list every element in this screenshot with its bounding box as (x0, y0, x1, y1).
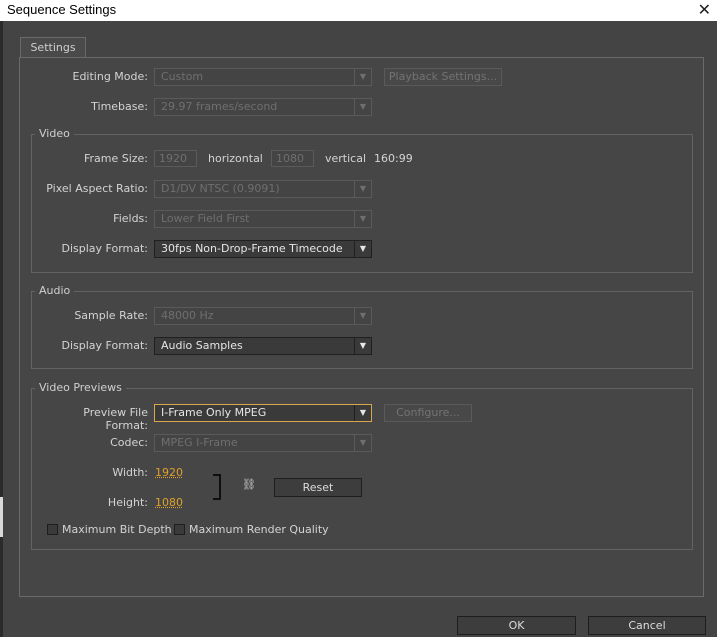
pixel-aspect-ratio-dropdown: D1/DV NTSC (0.9091) ▼ (154, 180, 372, 198)
codec-value: MPEG I-Frame (161, 436, 238, 449)
chevron-down-icon: ▼ (354, 338, 371, 354)
height-label: Height: (107, 496, 148, 509)
chevron-down-icon: ▼ (354, 181, 371, 197)
configure-button: Configure... (384, 404, 472, 422)
video-group-title: Video (35, 127, 74, 140)
cancel-button[interactable]: Cancel (588, 616, 706, 635)
max-render-quality-label: Maximum Render Quality (189, 523, 329, 536)
link-bracket (213, 474, 221, 500)
horizontal-label: horizontal (208, 152, 263, 165)
audio-display-format-label: Display Format: (61, 339, 148, 352)
height-value[interactable]: 1080 (155, 496, 183, 509)
title-bar: Sequence Settings ✕ (0, 0, 717, 21)
pixel-aspect-ratio-label: Pixel Aspect Ratio: (46, 182, 148, 195)
frame-width-field: 1920 (154, 150, 197, 167)
aspect-ratio-readout: 160:99 (374, 152, 413, 165)
preview-file-format-label: Preview File Format: (83, 406, 148, 432)
video-display-format-value: 30fps Non-Drop-Frame Timecode (161, 242, 343, 255)
timebase-value: 29.97 frames/second (161, 100, 278, 113)
fields-dropdown: Lower Field First ▼ (154, 210, 372, 228)
ok-button[interactable]: OK (457, 616, 576, 635)
sample-rate-value: 48000 Hz (161, 309, 214, 322)
close-icon[interactable]: ✕ (698, 0, 711, 20)
max-bit-depth-label: Maximum Bit Depth (62, 523, 172, 536)
frame-size-label: Frame Size: (83, 152, 148, 165)
fields-value: Lower Field First (161, 212, 250, 225)
editing-mode-dropdown: Custom ▼ (154, 68, 372, 86)
timebase-dropdown: 29.97 frames/second ▼ (154, 98, 372, 116)
codec-dropdown: MPEG I-Frame ▼ (154, 434, 372, 452)
chevron-down-icon: ▼ (354, 241, 371, 257)
preview-file-format-value: I-Frame Only MPEG (161, 406, 267, 419)
audio-group-title: Audio (35, 284, 75, 297)
vertical-label: vertical (325, 152, 367, 165)
audio-display-format-dropdown[interactable]: Audio Samples ▼ (154, 337, 372, 355)
chain-link-icon[interactable]: ⛓ (242, 478, 256, 491)
chevron-down-icon: ▼ (354, 69, 371, 85)
fields-label: Fields: (113, 212, 148, 225)
timebase-label: Timebase: (91, 100, 148, 113)
editing-mode-value: Custom (161, 70, 204, 83)
max-render-quality-checkbox[interactable] (174, 524, 185, 535)
tab-settings[interactable]: Settings (20, 37, 86, 58)
frame-height-field: 1080 (271, 150, 314, 167)
video-display-format-label: Display Format: (61, 242, 148, 255)
window-title: Sequence Settings (7, 2, 117, 17)
audio-display-format-value: Audio Samples (161, 339, 243, 352)
preview-file-format-dropdown[interactable]: I-Frame Only MPEG ▼ (154, 404, 372, 422)
audio-group (31, 291, 693, 369)
playback-settings-button: Playback Settings... (384, 68, 502, 86)
max-bit-depth-checkbox[interactable] (47, 524, 58, 535)
reset-button[interactable]: Reset (274, 478, 362, 497)
chevron-down-icon: ▼ (354, 435, 371, 451)
video-previews-group-title: Video Previews (35, 381, 126, 394)
width-value[interactable]: 1920 (155, 466, 183, 479)
chevron-down-icon: ▼ (354, 405, 371, 421)
chevron-down-icon: ▼ (354, 308, 371, 324)
sample-rate-label: Sample Rate: (74, 309, 148, 322)
chevron-down-icon: ▼ (354, 211, 371, 227)
codec-label: Codec: (110, 436, 148, 449)
chevron-down-icon: ▼ (354, 99, 371, 115)
editing-mode-label: Editing Mode: (72, 70, 149, 83)
background-window-edge (0, 21, 3, 637)
sample-rate-dropdown: 48000 Hz ▼ (154, 307, 372, 325)
video-display-format-dropdown[interactable]: 30fps Non-Drop-Frame Timecode ▼ (154, 240, 372, 258)
pixel-aspect-ratio-value: D1/DV NTSC (0.9091) (161, 182, 280, 195)
width-label: Width: (112, 466, 148, 479)
